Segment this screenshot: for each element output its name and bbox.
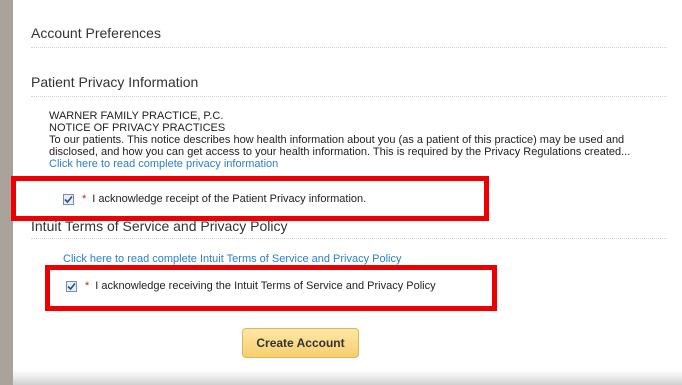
- notice-body: To our patients. This notice describes h…: [49, 134, 631, 158]
- privacy-notice: WARNER FAMILY PRACTICE, P.C. NOTICE OF P…: [49, 110, 659, 170]
- intuit-ack-checkbox[interactable]: [66, 280, 77, 292]
- privacy-ack-checkbox[interactable]: [63, 193, 74, 205]
- create-account-button[interactable]: Create Account: [242, 328, 359, 358]
- required-marker: *: [82, 193, 87, 205]
- privacy-ack-row: * I acknowledge receipt of the Patient P…: [63, 193, 366, 205]
- bottom-shadow: [13, 370, 682, 385]
- intuit-terms-link[interactable]: Click here to read complete Intuit Terms…: [63, 253, 402, 265]
- privacy-info-link[interactable]: Click here to read complete privacy info…: [49, 158, 278, 170]
- checkmark-icon: [67, 282, 76, 290]
- checkmark-icon: [64, 195, 73, 203]
- account-preferences-title: Account Preferences: [31, 25, 161, 41]
- privacy-ack-label: I acknowledge receipt of the Patient Pri…: [92, 193, 367, 205]
- practice-name: WARNER FAMILY PRACTICE, P.C.: [49, 110, 224, 122]
- required-marker: *: [85, 280, 90, 292]
- notice-title: NOTICE OF PRIVACY PRACTICES: [49, 122, 226, 134]
- divider: [31, 238, 667, 239]
- intuit-ack-label: I acknowledge receiving the Intuit Terms…: [95, 280, 436, 292]
- divider: [31, 96, 667, 97]
- divider: [31, 47, 667, 48]
- privacy-section-title: Patient Privacy Information: [31, 74, 199, 90]
- intuit-ack-row: * I acknowledge receiving the Intuit Ter…: [66, 280, 436, 292]
